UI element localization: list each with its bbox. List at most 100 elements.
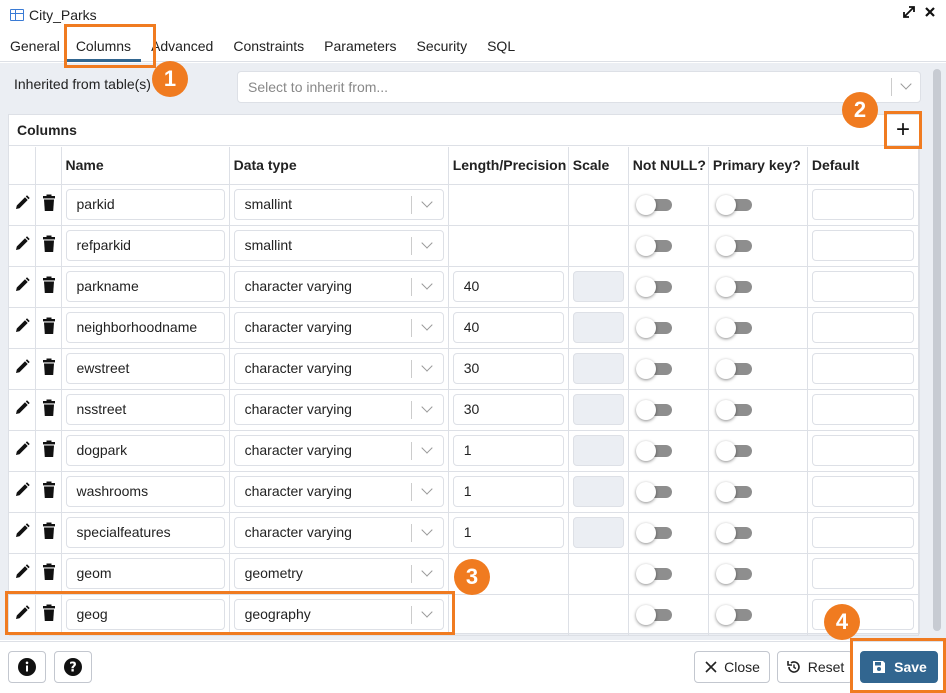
trash-icon[interactable] (42, 358, 56, 376)
primary-key-toggle[interactable] (715, 604, 754, 625)
data-type-select[interactable]: character varying (233, 434, 444, 466)
default-input[interactable] (811, 434, 914, 466)
column-name-input[interactable]: nsstreet (65, 393, 225, 425)
default-input[interactable] (811, 516, 914, 548)
tab-security[interactable]: Security (407, 32, 478, 62)
column-name-input[interactable]: ewstreet (65, 352, 225, 384)
not-null-toggle[interactable] (635, 194, 674, 215)
pencil-icon[interactable] (13, 276, 31, 294)
inherit-select[interactable]: Select to inherit from... (237, 71, 921, 103)
column-name-input[interactable]: parkname (65, 270, 225, 302)
default-input[interactable] (811, 352, 914, 384)
trash-icon[interactable] (42, 481, 56, 499)
pencil-icon[interactable] (13, 440, 31, 458)
column-name-input[interactable]: dogpark (65, 434, 225, 466)
default-input[interactable] (811, 475, 914, 507)
primary-key-toggle[interactable] (715, 481, 754, 502)
not-null-toggle[interactable] (635, 358, 674, 379)
data-type-select[interactable]: smallint (233, 229, 444, 261)
chevron-down-icon[interactable] (420, 523, 433, 536)
data-type-select[interactable]: geometry (233, 557, 444, 589)
column-name-input[interactable]: neighborhoodname (65, 311, 225, 343)
data-type-select[interactable]: character varying (233, 475, 444, 507)
not-null-toggle[interactable] (635, 276, 674, 297)
default-input[interactable] (811, 270, 914, 302)
pencil-icon[interactable] (13, 522, 31, 540)
length-input[interactable]: 30 (452, 352, 564, 384)
header-default[interactable]: Default (807, 147, 920, 185)
default-input[interactable] (811, 557, 914, 589)
chevron-down-icon[interactable] (420, 400, 433, 413)
length-input[interactable]: 40 (452, 270, 564, 302)
trash-icon[interactable] (42, 563, 56, 581)
trash-icon[interactable] (42, 399, 56, 417)
length-input[interactable]: 1 (452, 516, 564, 548)
header-scale[interactable]: Scale (568, 147, 629, 185)
vertical-scrollbar[interactable] (931, 67, 943, 633)
tab-general[interactable]: General (0, 32, 66, 62)
not-null-toggle[interactable] (635, 440, 674, 461)
primary-key-toggle[interactable] (715, 399, 754, 420)
scrollbar-thumb[interactable] (933, 69, 941, 631)
header-name[interactable]: Name (61, 147, 230, 185)
primary-key-toggle[interactable] (715, 563, 754, 584)
reset-button[interactable]: Reset (777, 651, 853, 683)
trash-icon[interactable] (42, 440, 56, 458)
not-null-toggle[interactable] (635, 317, 674, 338)
trash-icon[interactable] (42, 276, 56, 294)
default-input[interactable] (811, 393, 914, 425)
column-name-input[interactable]: parkid (65, 188, 225, 220)
chevron-down-icon[interactable] (420, 318, 433, 331)
primary-key-toggle[interactable] (715, 235, 754, 256)
pencil-icon[interactable] (13, 399, 31, 417)
not-null-toggle[interactable] (635, 563, 674, 584)
data-type-select[interactable]: character varying (233, 270, 444, 302)
chevron-down-icon[interactable] (420, 277, 433, 290)
not-null-toggle[interactable] (635, 522, 674, 543)
not-null-toggle[interactable] (635, 481, 674, 502)
header-not-null[interactable]: Not NULL? (628, 147, 709, 185)
pencil-icon[interactable] (13, 235, 31, 253)
pencil-icon[interactable] (13, 194, 31, 212)
column-name-input[interactable]: geom (65, 557, 225, 589)
tab-sql[interactable]: SQL (477, 32, 525, 62)
not-null-toggle[interactable] (635, 235, 674, 256)
header-length[interactable]: Length/Precision (448, 147, 569, 185)
column-name-input[interactable]: refparkid (65, 229, 225, 261)
length-input[interactable]: 1 (452, 475, 564, 507)
chevron-down-icon[interactable] (420, 236, 433, 249)
data-type-select[interactable]: character varying (233, 352, 444, 384)
chevron-down-icon[interactable] (420, 359, 433, 372)
trash-icon[interactable] (42, 194, 56, 212)
not-null-toggle[interactable] (635, 399, 674, 420)
pencil-icon[interactable] (13, 358, 31, 376)
tab-constraints[interactable]: Constraints (223, 32, 314, 62)
data-type-select[interactable]: character varying (233, 311, 444, 343)
info-button[interactable] (8, 651, 46, 683)
trash-icon[interactable] (42, 522, 56, 540)
primary-key-toggle[interactable] (715, 317, 754, 338)
help-button[interactable]: ? (54, 651, 92, 683)
column-name-input[interactable]: washrooms (65, 475, 225, 507)
column-name-input[interactable]: specialfeatures (65, 516, 225, 548)
close-icon[interactable] (924, 5, 936, 22)
trash-icon[interactable] (42, 317, 56, 335)
primary-key-toggle[interactable] (715, 276, 754, 297)
chevron-down-icon[interactable] (420, 441, 433, 454)
default-input[interactable] (811, 188, 914, 220)
chevron-down-icon[interactable] (900, 78, 912, 90)
primary-key-toggle[interactable] (715, 440, 754, 461)
chevron-down-icon[interactable] (420, 564, 433, 577)
trash-icon[interactable] (42, 235, 56, 253)
expand-icon[interactable] (902, 5, 916, 22)
default-input[interactable] (811, 229, 914, 261)
chevron-down-icon[interactable] (420, 195, 433, 208)
data-type-select[interactable]: character varying (233, 516, 444, 548)
header-data-type[interactable]: Data type (229, 147, 449, 185)
primary-key-toggle[interactable] (715, 194, 754, 215)
close-button[interactable]: Close (694, 651, 770, 683)
data-type-select[interactable]: character varying (233, 393, 444, 425)
chevron-down-icon[interactable] (420, 482, 433, 495)
length-input[interactable]: 1 (452, 434, 564, 466)
not-null-toggle[interactable] (635, 604, 674, 625)
